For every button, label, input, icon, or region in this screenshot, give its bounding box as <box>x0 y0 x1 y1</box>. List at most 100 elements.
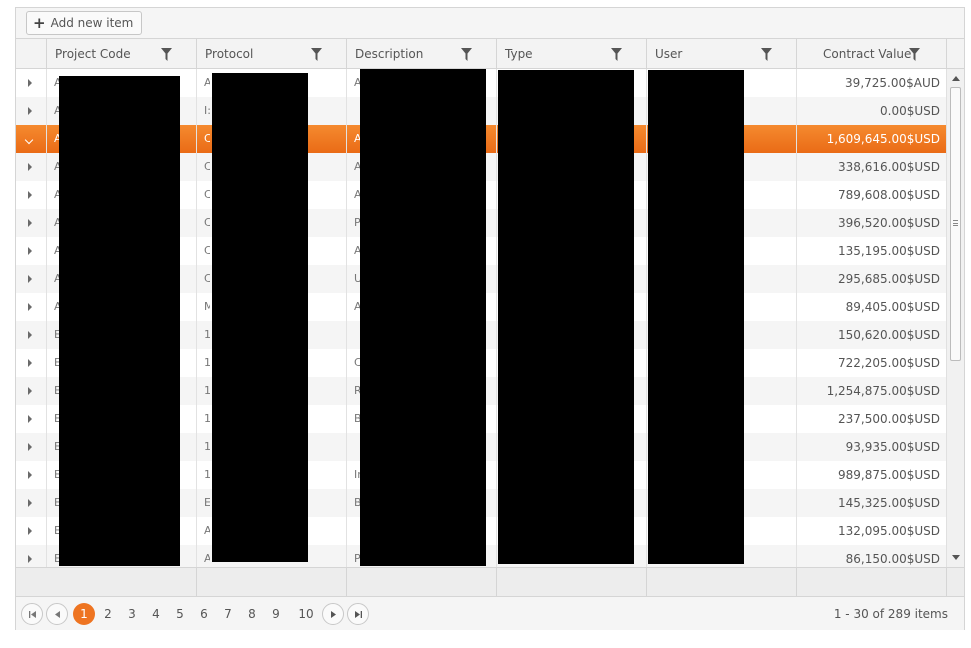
caret-right-icon[interactable] <box>28 387 32 395</box>
prev-page-button[interactable] <box>46 603 68 625</box>
column-divider <box>346 69 347 567</box>
filter-icon[interactable] <box>161 48 172 61</box>
caret-right-icon[interactable] <box>28 303 32 311</box>
cell-text: C <box>204 188 210 201</box>
caret-right-icon[interactable] <box>28 499 32 507</box>
cell-text: A <box>204 552 210 565</box>
contract-value-cell: 338,616.00$USD <box>838 160 940 174</box>
cell-text: C <box>204 272 210 285</box>
caret-right-icon[interactable] <box>28 191 32 199</box>
caret-right-icon[interactable] <box>28 527 32 535</box>
cell-text: 1 <box>204 328 210 341</box>
column-divider <box>196 69 197 567</box>
contract-value-cell: 989,875.00$USD <box>838 468 940 482</box>
first-page-icon <box>28 610 36 618</box>
column-header-protocol[interactable]: Protocol <box>196 39 346 69</box>
caret-right-icon[interactable] <box>28 359 32 367</box>
contract-value-cell: 789,608.00$USD <box>838 188 940 202</box>
cell-text: C <box>204 216 210 229</box>
plus-icon: + <box>33 13 46 32</box>
caret-right-icon[interactable] <box>28 555 32 563</box>
next-page-icon <box>330 610 336 618</box>
filter-icon[interactable] <box>311 48 322 61</box>
column-header-label: User <box>655 47 683 61</box>
scrollbar-thumb[interactable] <box>950 87 961 361</box>
page-number-2[interactable]: 2 <box>97 603 119 625</box>
grid-toolbar: + Add new item <box>16 8 964 39</box>
caret-right-icon[interactable] <box>28 275 32 283</box>
filter-icon[interactable] <box>761 48 772 61</box>
cell-text: C <box>204 160 210 173</box>
caret-right-icon[interactable] <box>28 247 32 255</box>
redaction-block <box>212 73 308 562</box>
contract-value-cell: 135,195.00$USD <box>838 244 940 258</box>
page-number-5[interactable]: 5 <box>169 603 191 625</box>
caret-right-icon[interactable] <box>28 79 32 87</box>
cell-text: 1 <box>204 356 210 369</box>
column-header-label: Type <box>505 47 533 61</box>
cell-text: 1 <box>204 384 210 397</box>
redaction-block <box>360 69 486 566</box>
cell-text: A <box>204 76 210 89</box>
caret-right-icon[interactable] <box>28 163 32 171</box>
contract-value-cell: 89,405.00$USD <box>845 300 940 314</box>
contract-value-cell: 132,095.00$USD <box>838 524 940 538</box>
column-header-label: Protocol <box>205 47 254 61</box>
column-header-description[interactable]: Description <box>346 39 496 69</box>
caret-right-icon[interactable] <box>28 219 32 227</box>
scroll-down-icon[interactable] <box>952 555 960 560</box>
cell-text: 1 <box>204 440 210 453</box>
footer-divider <box>196 568 197 598</box>
first-page-button[interactable] <box>21 603 43 625</box>
contract-value-cell: 237,500.00$USD <box>838 412 940 426</box>
add-new-item-button[interactable]: + Add new item <box>26 11 143 35</box>
cell-text: C <box>204 244 210 257</box>
next-page-button[interactable] <box>322 603 344 625</box>
filter-icon[interactable] <box>611 48 622 61</box>
footer-divider <box>796 568 797 598</box>
add-new-item-label: Add new item <box>50 16 134 30</box>
page-number-10[interactable]: 10 <box>293 603 319 625</box>
vertical-scrollbar[interactable] <box>946 69 964 567</box>
column-header-contract-value[interactable]: Contract Value <box>796 39 946 69</box>
page-number-3[interactable]: 3 <box>121 603 143 625</box>
page-number-6[interactable]: 6 <box>193 603 215 625</box>
contract-value-cell: 86,150.00$USD <box>845 552 940 566</box>
last-page-icon <box>354 610 362 618</box>
column-divider <box>646 69 647 567</box>
page-number-9[interactable]: 9 <box>265 603 287 625</box>
caret-right-icon[interactable] <box>28 471 32 479</box>
footer-divider <box>946 568 947 598</box>
prev-page-icon <box>54 610 60 618</box>
scroll-up-icon[interactable] <box>952 76 960 81</box>
column-header-project-code[interactable]: Project Code <box>46 39 196 69</box>
caret-right-icon[interactable] <box>28 443 32 451</box>
column-header-type[interactable]: Type <box>496 39 646 69</box>
column-header-label: Description <box>355 47 424 61</box>
page-number-7[interactable]: 7 <box>217 603 239 625</box>
page-number-1[interactable]: 1 <box>73 603 95 625</box>
pager-info: 1 - 30 of 289 items <box>833 607 948 621</box>
cell-text: I: <box>204 104 210 117</box>
contract-value-cell: 93,935.00$USD <box>845 440 940 454</box>
caret-right-icon[interactable] <box>28 107 32 115</box>
column-divider <box>796 69 797 567</box>
column-header-user[interactable]: User <box>646 39 796 69</box>
contract-value-cell: 722,205.00$USD <box>838 356 940 370</box>
filter-icon[interactable] <box>461 48 472 61</box>
cell-text: 1 <box>204 412 210 425</box>
data-grid: + Add new item Project Code Protocol Des… <box>15 7 965 630</box>
contract-value-cell: 0.00$USD <box>880 104 940 118</box>
footer-divider <box>496 568 497 598</box>
footer-divider <box>646 568 647 598</box>
last-page-button[interactable] <box>347 603 369 625</box>
page-number-8[interactable]: 8 <box>241 603 263 625</box>
caret-right-icon[interactable] <box>28 415 32 423</box>
contract-value-cell: 1,254,875.00$USD <box>826 384 940 398</box>
page-number-4[interactable]: 4 <box>145 603 167 625</box>
cell-text: E <box>204 496 210 509</box>
caret-down-icon[interactable] <box>24 135 34 145</box>
grid-footer-row <box>16 567 964 598</box>
filter-icon[interactable] <box>909 48 920 61</box>
caret-right-icon[interactable] <box>28 331 32 339</box>
